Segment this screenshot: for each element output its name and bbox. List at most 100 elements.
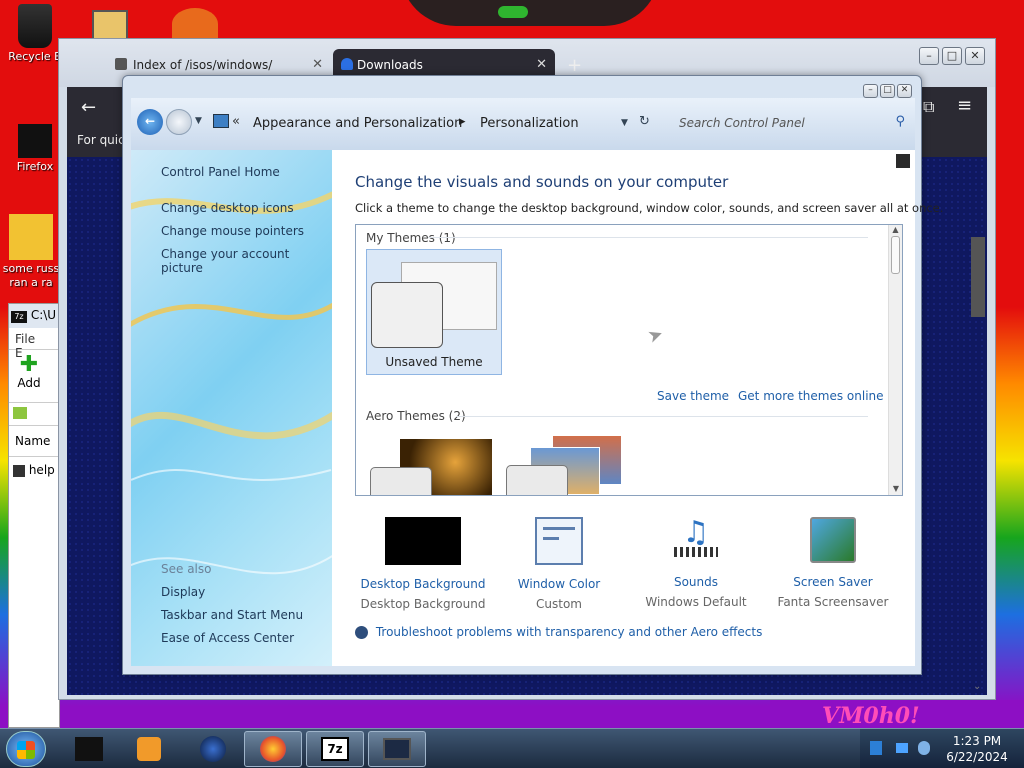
- screen-saver-item[interactable]: Screen Saver Fanta Screensaver: [768, 515, 898, 609]
- divider: [428, 237, 868, 238]
- recent-pages-icon[interactable]: ▼: [195, 116, 202, 126]
- tray-network-icon[interactable]: [870, 741, 882, 755]
- cp-left-pane: Control Panel Home Change desktop icons …: [131, 150, 332, 666]
- column-name[interactable]: Name: [9, 426, 59, 457]
- file-icon: [13, 464, 25, 477]
- window-color-label: Window Color: [517, 577, 601, 591]
- maximize-icon[interactable]: □: [942, 47, 962, 65]
- search-placeholder: Search Control Panel: [679, 116, 805, 130]
- close-tab-icon[interactable]: ✕: [312, 57, 323, 72]
- taskbar-app-media-player[interactable]: [120, 731, 178, 767]
- desktop-icon-label: some russ ran a ra: [2, 262, 60, 289]
- theme-list[interactable]: My Themes (1) Unsaved Theme ➤ Save theme…: [355, 224, 903, 496]
- save-theme-link[interactable]: Save theme: [657, 389, 729, 403]
- troubleshoot-icon: [355, 626, 368, 639]
- ease-of-access-link[interactable]: Ease of Access Center: [161, 631, 294, 645]
- clock-time: 1:23 PM: [952, 734, 1002, 748]
- see-also-heading: See also: [161, 562, 212, 576]
- wallpaper-dark-shape: [400, 0, 660, 26]
- close-tab-icon[interactable]: ✕: [536, 57, 547, 72]
- address-dropdown-icon[interactable]: ▼: [621, 118, 628, 128]
- tray-clock[interactable]: 1:23 PM 6/22/2024: [946, 733, 1008, 765]
- taskbar-app-terminal[interactable]: [60, 731, 118, 767]
- tab-label: Downloads: [357, 58, 423, 72]
- extensions-icon[interactable]: ⧉: [923, 97, 934, 117]
- tab-label: Index of /isos/windows/: [133, 58, 273, 72]
- change-account-picture-link[interactable]: Change your account picture: [161, 247, 332, 275]
- desktop-background-value: Desktop Background: [360, 597, 486, 611]
- minimize-icon[interactable]: –: [919, 47, 939, 65]
- sevenzip-window[interactable]: 7z C:\U File E ✚ Add Name help: [8, 303, 60, 728]
- aero-theme-window-2: [506, 465, 568, 495]
- list-item[interactable]: help: [9, 457, 59, 483]
- search-icon[interactable]: ⚲: [895, 114, 905, 129]
- desktop-icon-recycle-bin[interactable]: Recycle B: [4, 4, 66, 63]
- tray-display-icon[interactable]: [896, 743, 908, 753]
- sounds-item[interactable]: ♫ Sounds Windows Default: [631, 515, 761, 609]
- taskbar-app-7zip[interactable]: 7z: [306, 731, 364, 767]
- help-icon[interactable]: [896, 154, 910, 168]
- display-link[interactable]: Display: [161, 585, 205, 599]
- mouse-cursor-icon: ➤: [644, 323, 667, 348]
- desktop-background-label: Desktop Background: [360, 577, 486, 591]
- taskbar-start-menu-link[interactable]: Taskbar and Start Menu: [161, 608, 303, 622]
- taskbar-app-firefox[interactable]: [244, 731, 302, 767]
- cp-minimize-icon[interactable]: –: [863, 84, 878, 98]
- recycle-bin-icon: [18, 4, 52, 48]
- desktop-icon-label: Firefox: [16, 160, 54, 173]
- control-panel-home-link[interactable]: Control Panel Home: [161, 165, 280, 179]
- scroll-down-icon[interactable]: ▼: [889, 484, 902, 493]
- desktop-icon-russian-file[interactable]: some russ ran a ra: [0, 214, 62, 290]
- troubleshoot-row[interactable]: Troubleshoot problems with transparency …: [355, 625, 762, 639]
- scroll-up-icon[interactable]: ▲: [889, 225, 902, 234]
- breadcrumb-separator-icon[interactable]: ▸: [459, 114, 466, 129]
- search-field[interactable]: Search Control Panel ⚲: [671, 110, 911, 134]
- desktop-background-icon: [385, 517, 461, 565]
- back-icon[interactable]: ←: [81, 97, 96, 118]
- control-panel-window[interactable]: – □ ✕ ← ▼ « Appearance and Personalizati…: [122, 75, 943, 675]
- aero-theme-window-1: [370, 467, 432, 495]
- desktop-icon-label: Recycle B: [8, 50, 62, 63]
- get-more-themes-link[interactable]: Get more themes online: [738, 389, 884, 403]
- unsaved-theme-tile[interactable]: Unsaved Theme: [366, 249, 502, 375]
- taskbar-app-control-panel[interactable]: [368, 731, 426, 767]
- page-description: Click a theme to change the desktop back…: [355, 201, 944, 215]
- taskbar-app-globe[interactable]: [184, 731, 242, 767]
- menu-file[interactable]: File: [15, 332, 35, 346]
- sevenzip-menu: File E: [9, 328, 59, 360]
- page-title: Change the visuals and sounds on your co…: [355, 173, 729, 191]
- folder-up-icon[interactable]: [13, 407, 27, 419]
- menu-icon[interactable]: ≡: [957, 95, 972, 116]
- cp-maximize-icon[interactable]: □: [880, 84, 895, 98]
- cp-close-icon[interactable]: ✕: [897, 84, 912, 98]
- window-color-item[interactable]: Window Color Custom: [494, 515, 624, 611]
- folder-icon[interactable]: [92, 10, 128, 40]
- change-desktop-icons-link[interactable]: Change desktop icons: [161, 201, 294, 215]
- theme-list-scrollbar[interactable]: ▲ ▼: [888, 225, 902, 495]
- plus-icon: ✚: [19, 352, 39, 377]
- scroll-down-icon[interactable]: ⌄: [973, 681, 981, 692]
- download-icon: [341, 58, 353, 70]
- change-mouse-pointers-link[interactable]: Change mouse pointers: [161, 224, 304, 238]
- refresh-icon[interactable]: ↻: [639, 114, 650, 129]
- desktop-background-item[interactable]: Desktop Background Desktop Background: [358, 515, 488, 611]
- sevenzip-logo-icon: 7z: [11, 311, 27, 323]
- media-player-icon: [137, 737, 161, 761]
- desktop-icon-firefox[interactable]: Firefox: [4, 124, 66, 173]
- breadcrumb-overflow-icon[interactable]: «: [232, 114, 240, 129]
- app-icon[interactable]: [172, 8, 218, 40]
- troubleshoot-link[interactable]: Troubleshoot problems with transparency …: [376, 625, 763, 639]
- scrollbar-thumb[interactable]: [891, 236, 900, 274]
- close-icon[interactable]: ✕: [965, 47, 985, 65]
- tray-volume-icon[interactable]: [918, 741, 930, 755]
- breadcrumb-appearance[interactable]: Appearance and Personalization: [253, 116, 462, 131]
- cp-navbar: ← ▼ « Appearance and Personalization ▸ P…: [131, 98, 915, 150]
- breadcrumb-personalization[interactable]: Personalization: [480, 116, 579, 131]
- scrollbar-thumb[interactable]: [971, 237, 985, 317]
- new-tab-icon[interactable]: +: [567, 55, 582, 76]
- back-icon[interactable]: ←: [137, 109, 163, 135]
- start-button[interactable]: [6, 731, 46, 767]
- sevenzip-icon: 7z: [321, 737, 349, 761]
- forward-icon[interactable]: [166, 109, 192, 135]
- my-themes-heading: My Themes (1): [366, 231, 456, 245]
